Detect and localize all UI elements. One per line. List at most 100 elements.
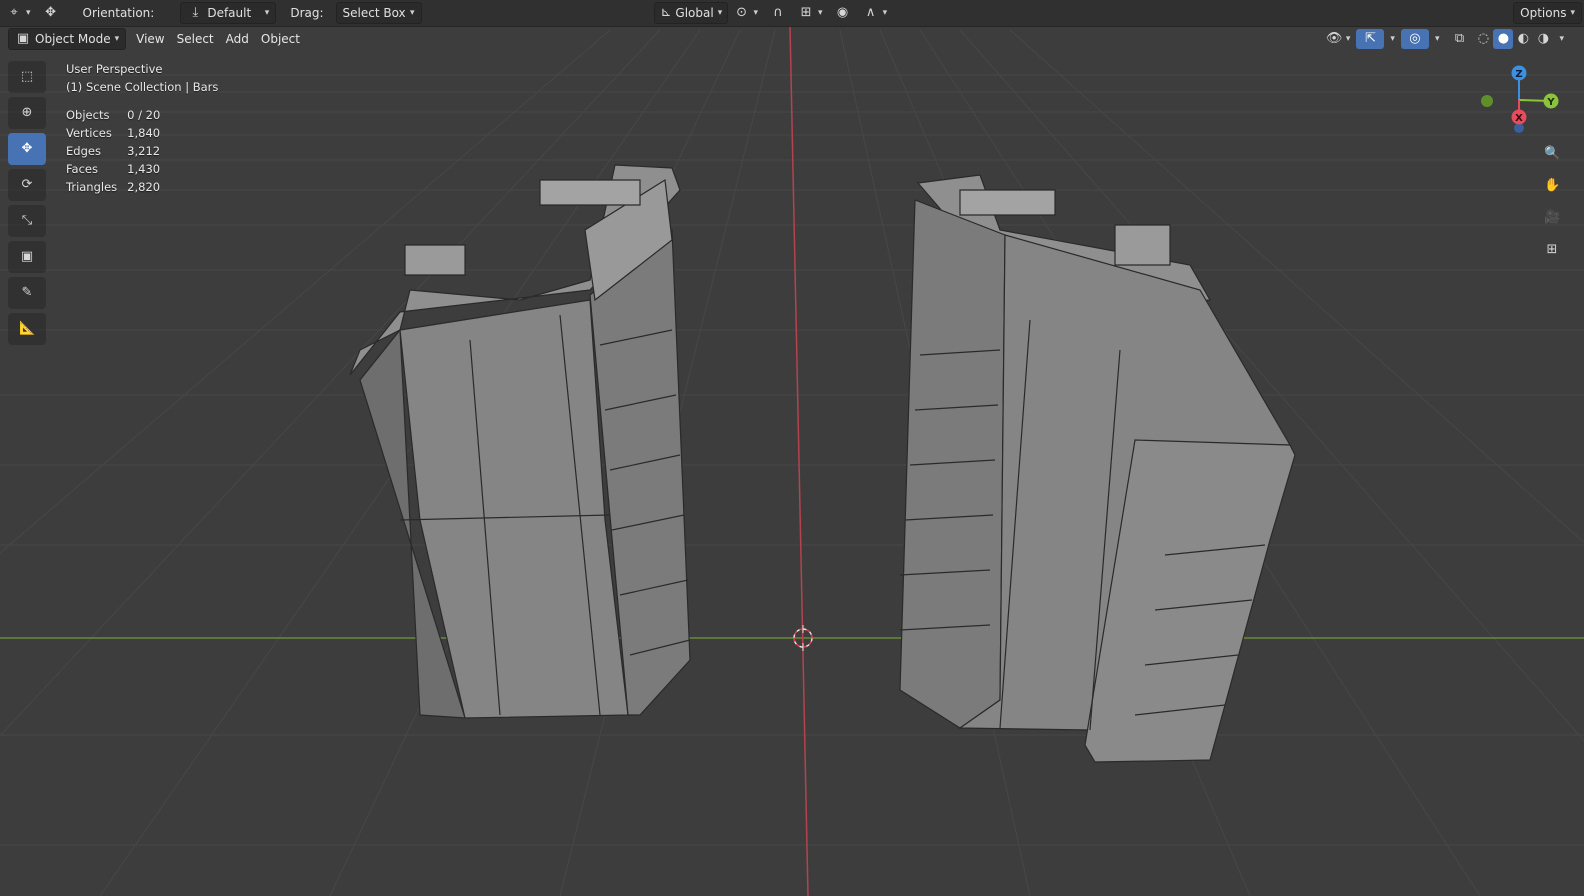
pivot-point-button[interactable]: ⊙ ▾	[728, 3, 765, 23]
pan-button[interactable]: ✋	[1538, 174, 1566, 198]
stats-row: Objects 0 / 20	[66, 106, 170, 124]
gizmo-y-label: Y	[1546, 97, 1555, 108]
tool-transform[interactable]: ▣	[8, 241, 46, 273]
chevron-down-icon: ▾	[26, 8, 31, 18]
viewport-header: ⌖ ▾ ✥ Orientation: ⤓ Default ▾ Drag: Sele…	[0, 0, 1584, 27]
solid-sphere-icon: ●	[1497, 30, 1510, 46]
shading-solid[interactable]: ●	[1493, 28, 1514, 49]
navigation-gizmo[interactable]: Z Y X	[1474, 62, 1574, 142]
snap-target-dropdown[interactable]: ⊞ ▾	[792, 3, 829, 23]
tool-rotate[interactable]: ⟳	[8, 169, 46, 201]
drag-value: Select Box	[342, 6, 406, 20]
drag-label: Drag:	[290, 6, 324, 20]
mode-value: Object Mode	[35, 31, 111, 46]
shading-dropdown[interactable]: ▾	[1553, 29, 1570, 49]
snap-toggle[interactable]: ∩	[764, 3, 792, 23]
eye-icon: 👁	[1325, 30, 1343, 46]
bar-model-right	[899, 174, 1296, 763]
chevron-down-icon: ▾	[882, 8, 888, 18]
snap-increment-icon: ⊞	[800, 5, 812, 20]
chevron-down-icon: ▾	[1390, 33, 1395, 44]
stat-value: 1,840	[127, 126, 161, 140]
gizmo-dropdown[interactable]: ▾	[1384, 29, 1401, 49]
tool-annotate[interactable]: ✎	[8, 277, 46, 309]
editor-type-button[interactable]: ⌖ ▾	[0, 3, 37, 23]
wireframe-sphere-icon: ◌	[1477, 30, 1490, 46]
overlays-dropdown[interactable]: ▾	[1429, 29, 1446, 49]
tool-shelf: ⬚ ⊕ ✥ ⟳ ⤡ ▣ ✎ 📐	[8, 61, 48, 345]
collection-label: (1) Scene Collection | Bars	[66, 80, 219, 94]
shading-wireframe[interactable]: ◌	[1473, 29, 1493, 49]
gizmo-x-label: X	[1515, 113, 1523, 124]
perspective-label: User Perspective	[66, 62, 163, 76]
viewport-navigation: 🔍 ✋ 🎥 ⊞	[1538, 142, 1566, 262]
material-sphere-icon: ◐	[1517, 30, 1530, 46]
overlays-toggle[interactable]: ◎	[1400, 28, 1429, 49]
move-arrows-icon: ✥	[45, 5, 56, 20]
gizmo-toggle[interactable]: ⇱	[1356, 28, 1385, 49]
cursor-icon: ⊕	[21, 105, 33, 120]
rendered-sphere-icon: ◑	[1537, 30, 1550, 46]
tool-move[interactable]: ✥	[8, 133, 46, 165]
viewport-grid	[0, 25, 1584, 896]
stats-row: Edges 3,212	[66, 142, 170, 160]
3d-viewport[interactable]	[0, 0, 1584, 896]
chevron-down-icon: ▾	[753, 8, 759, 18]
chevron-down-icon: ▾	[264, 8, 270, 18]
shading-rendered[interactable]: ◑	[1533, 29, 1553, 49]
proportional-edit-icon: ◉	[836, 5, 849, 20]
select-box-icon: ⬚	[20, 69, 34, 84]
camera-icon: 🎥	[1544, 210, 1561, 225]
tool-scale[interactable]: ⤡	[8, 205, 46, 237]
stat-label: Vertices	[66, 126, 112, 140]
perspective-toggle-button[interactable]: ⊞	[1538, 238, 1566, 262]
stat-value: 3,212	[127, 144, 161, 158]
global-axes-icon: ⊾	[660, 5, 672, 20]
drag-dropdown[interactable]: Select Box ▾	[335, 2, 422, 24]
stats-row: Triangles 2,820	[66, 178, 170, 196]
pivot-icon: ⊙	[736, 5, 747, 20]
chevron-down-icon: ▾	[818, 8, 823, 18]
shading-material[interactable]: ◐	[1513, 29, 1533, 49]
orientation-dropdown[interactable]: ⤓ Default ▾	[180, 2, 277, 24]
options-dropdown[interactable]: Options ▾	[1513, 2, 1582, 24]
grid-perspective-icon: ⊞	[1546, 242, 1558, 257]
stats-table: Objects 0 / 20 Vertices 1,840 Edges 3,212 F…	[66, 106, 170, 196]
chevron-down-icon: ▾	[717, 8, 723, 18]
menu-object[interactable]: Object	[255, 29, 306, 49]
chevron-down-icon: ▾	[409, 8, 415, 18]
menu-view[interactable]: View	[130, 29, 170, 49]
stat-value: 2,820	[127, 180, 161, 194]
menu-add[interactable]: Add	[220, 29, 255, 49]
proportional-edit-toggle[interactable]: ◉	[829, 3, 857, 23]
transform-pivot-button[interactable]: ✥	[37, 3, 65, 23]
bar-model-left	[349, 164, 691, 719]
stat-label: Faces	[66, 162, 98, 176]
editor-type-icon: ⌖	[10, 5, 18, 20]
options-label: Options	[1520, 6, 1567, 20]
menu-select[interactable]: Select	[171, 29, 220, 49]
tool-measure[interactable]: 📐	[8, 313, 46, 345]
chevron-down-icon: ▾	[1559, 33, 1564, 44]
overlays-icon: ◎	[1409, 30, 1421, 46]
camera-view-button[interactable]: 🎥	[1538, 206, 1566, 230]
transform-orientation-dropdown[interactable]: ⊾ Global ▾	[653, 2, 728, 24]
tool-cursor[interactable]: ⊕	[8, 97, 46, 129]
stat-label: Edges	[66, 144, 101, 158]
mode-dropdown[interactable]: ▣ Object Mode ▾	[8, 27, 127, 50]
move-icon: ✥	[21, 141, 33, 156]
tool-select-box[interactable]: ⬚	[8, 61, 46, 93]
mode-menu-bar: ▣ Object Mode ▾ View Select Add Object 👁…	[0, 26, 1584, 51]
xray-toggle[interactable]: ⧉	[1445, 29, 1473, 49]
zoom-button[interactable]: 🔍	[1538, 142, 1566, 166]
stat-value: 1,430	[127, 162, 161, 176]
object-mode-icon: ▣	[16, 30, 30, 46]
orientation-icon: ⤓	[192, 5, 199, 20]
gizmo-icon: ⇱	[1364, 30, 1376, 46]
chevron-down-icon: ▾	[1345, 33, 1351, 44]
visibility-dropdown[interactable]: 👁 ▾	[1320, 29, 1357, 49]
orientation-label: Orientation:	[82, 6, 155, 20]
falloff-dropdown[interactable]: ∧ ▾	[857, 3, 894, 23]
viewport-stats-overlay: User Perspective (1) Scene Collection | …	[66, 60, 218, 196]
xray-icon: ⧉	[1454, 30, 1465, 46]
